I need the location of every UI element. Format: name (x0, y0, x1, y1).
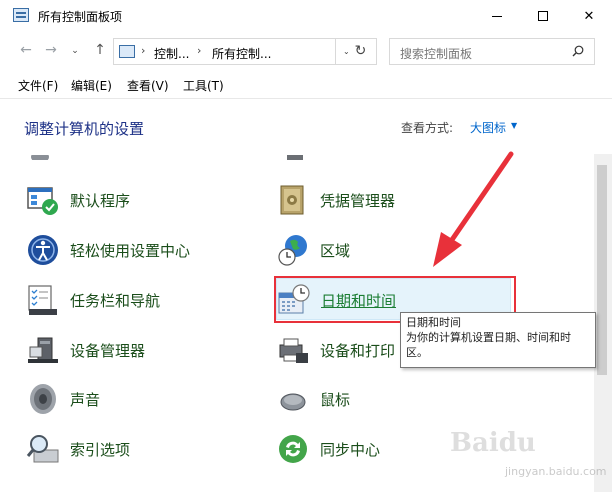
watermark: Baidu jingyan.baidu.com (450, 428, 607, 488)
item-label[interactable]: 凭据管理器 (320, 190, 395, 211)
item-label[interactable]: 鼠标 (320, 389, 350, 410)
tooltip-title: 日期和时间 (406, 316, 461, 329)
tooltip-body: 为你的计算机设置日期、时间和时区。 (406, 331, 571, 359)
partial-item-icon (30, 150, 60, 160)
breadcrumb-control-panel[interactable]: 控制... (154, 45, 189, 62)
view-by-dropdown[interactable]: 大图标 (470, 119, 506, 136)
search-input[interactable]: 搜索控制面板 (389, 38, 595, 65)
partial-item-icon (283, 150, 313, 160)
breadcrumb-all-items[interactable]: 所有控制... (212, 45, 271, 62)
tooltip: 日期和时间 为你的计算机设置日期、时间和时区。 (400, 312, 596, 368)
search-icon (572, 45, 584, 57)
menu-tools[interactable]: 工具(T) (183, 77, 224, 94)
refresh-button[interactable]: ↻ (345, 38, 377, 65)
search-placeholder: 搜索控制面板 (400, 47, 473, 61)
item-label[interactable]: 轻松使用设置中心 (70, 240, 190, 261)
mouse-icon (280, 393, 306, 411)
menu-file[interactable]: 文件(F) (18, 77, 58, 94)
indexing-icon (26, 435, 59, 463)
title-bar: 所有控制面板项 ✕ (0, 0, 612, 32)
menu-bar: 文件(F) 编辑(E) 查看(V) 工具(T) (0, 72, 612, 98)
item-label[interactable]: 默认程序 (70, 190, 130, 211)
item-sound[interactable]: 声音 (26, 378, 261, 420)
credential-manager-icon (280, 185, 304, 215)
close-button[interactable]: ✕ (566, 0, 612, 32)
scrollbar-thumb[interactable] (597, 165, 607, 375)
ease-of-access-icon (28, 235, 58, 265)
minimize-button[interactable] (474, 0, 520, 32)
item-label[interactable]: 设备和打印 (320, 340, 395, 361)
control-panel-icon (119, 45, 135, 58)
item-indexing-options[interactable]: 索引选项 (26, 428, 261, 470)
item-label[interactable]: 区域 (320, 240, 350, 261)
view-by-label: 查看方式: (401, 121, 454, 135)
default-programs-icon (27, 187, 58, 215)
close-icon: ✕ (583, 8, 595, 24)
item-label[interactable]: 声音 (70, 389, 100, 410)
watermark-url: jingyan.baidu.com (505, 465, 607, 478)
breadcrumb-separator[interactable]: › (141, 44, 145, 57)
region-globe-icon (278, 235, 307, 266)
breadcrumb-separator[interactable]: › (197, 44, 201, 57)
watermark-logo: Baidu (450, 428, 536, 458)
speaker-icon (30, 384, 56, 414)
maximize-button[interactable] (520, 0, 566, 32)
item-label[interactable]: 任务栏和导航 (70, 290, 160, 311)
item-label[interactable]: 同步中心 (320, 439, 380, 460)
address-bar[interactable]: › 控制... › 所有控制... (113, 38, 336, 65)
control-panel-icon (13, 8, 29, 22)
item-taskbar-navigation[interactable]: 任务栏和导航 (26, 279, 261, 321)
item-region[interactable]: 区域 (276, 229, 511, 271)
back-button[interactable]: ← (17, 42, 35, 58)
recent-locations-button[interactable]: ⌄ (66, 46, 84, 56)
up-button[interactable]: ↑ (91, 42, 109, 58)
item-ease-of-access[interactable]: 轻松使用设置中心 (26, 229, 261, 271)
item-device-manager[interactable]: 设备管理器 (26, 329, 261, 371)
menu-edit[interactable]: 编辑(E) (71, 77, 112, 94)
device-manager-icon (28, 337, 58, 363)
divider (0, 98, 612, 99)
caret-down-icon[interactable]: ▼ (511, 121, 517, 130)
item-credential-manager[interactable]: 凭据管理器 (276, 179, 511, 221)
forward-button[interactable]: → (42, 42, 60, 58)
item-label[interactable]: 索引选项 (70, 439, 130, 460)
page-title: 调整计算机的设置 (24, 120, 145, 138)
printer-icon (279, 338, 308, 363)
sync-center-icon (279, 435, 307, 463)
minimize-icon (492, 15, 502, 17)
taskbar-icon (28, 285, 57, 315)
item-default-programs[interactable]: 默认程序 (26, 179, 261, 221)
item-mouse[interactable]: 鼠标 (276, 378, 511, 420)
maximize-icon (538, 11, 548, 21)
item-label[interactable]: 设备管理器 (70, 340, 145, 361)
navigation-bar: ← → ⌄ ↑ › 控制... › 所有控制... ⌄ ↻ 搜索控制面板 (0, 34, 612, 68)
window-title: 所有控制面板项 (38, 10, 123, 24)
menu-view[interactable]: 查看(V) (127, 77, 169, 94)
